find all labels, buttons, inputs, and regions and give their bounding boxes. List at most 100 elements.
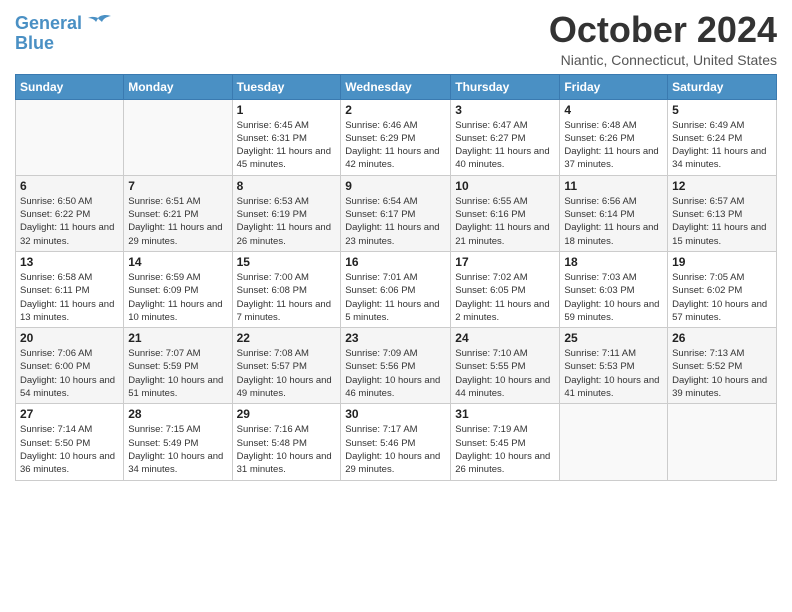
day-info: Sunrise: 6:55 AM Sunset: 6:16 PM Dayligh… xyxy=(455,195,555,248)
table-row: 2 Sunrise: 6:46 AM Sunset: 6:29 PM Daylig… xyxy=(341,99,451,175)
calendar-week-row: 1 Sunrise: 6:45 AM Sunset: 6:31 PM Daylig… xyxy=(16,99,777,175)
day-info: Sunrise: 7:09 AM Sunset: 5:56 PM Dayligh… xyxy=(345,347,446,400)
day-number: 8 xyxy=(237,179,337,193)
table-row: 18Sunrise: 7:03 AM Sunset: 6:03 PM Dayli… xyxy=(560,251,668,327)
month-title: October 2024 xyxy=(549,10,777,50)
day-info: Sunrise: 7:13 AM Sunset: 5:52 PM Dayligh… xyxy=(672,347,772,400)
day-number: 29 xyxy=(237,407,337,421)
calendar-week-row: 13Sunrise: 6:58 AM Sunset: 6:11 PM Dayli… xyxy=(16,251,777,327)
day-number: 9 xyxy=(345,179,446,193)
day-number: 15 xyxy=(237,255,337,269)
page: GeneralBlue October 2024 Niantic, Connec… xyxy=(0,0,792,612)
day-info: Sunrise: 7:06 AM Sunset: 6:00 PM Dayligh… xyxy=(20,347,119,400)
table-row: 5Sunrise: 6:49 AM Sunset: 6:24 PM Daylig… xyxy=(668,99,777,175)
table-row: 15 Sunrise: 7:00 AM Sunset: 6:08 PM Dayli… xyxy=(232,251,341,327)
day-info: Sunrise: 6:59 AM Sunset: 6:09 PM Dayligh… xyxy=(128,271,227,324)
header: GeneralBlue October 2024 Niantic, Connec… xyxy=(15,10,777,68)
day-number: 27 xyxy=(20,407,119,421)
day-number: 31 xyxy=(455,407,555,421)
day-number: 20 xyxy=(20,331,119,345)
day-number: 17 xyxy=(455,255,555,269)
day-info: Sunrise: 6:50 AM Sunset: 6:22 PM Dayligh… xyxy=(20,195,119,248)
calendar-table: Sunday Monday Tuesday Wednesday Thursday… xyxy=(15,74,777,481)
day-number: 12 xyxy=(672,179,772,193)
day-number: 24 xyxy=(455,331,555,345)
table-row: 10 Sunrise: 6:55 AM Sunset: 6:16 PM Dayli… xyxy=(451,175,560,251)
table-row xyxy=(124,99,232,175)
day-info: Sunrise: 6:46 AM Sunset: 6:29 PM Dayligh… xyxy=(345,119,446,172)
day-number: 5 xyxy=(672,103,772,117)
day-info: Sunrise: 7:17 AM Sunset: 5:46 PM Dayligh… xyxy=(345,423,446,476)
day-number: 4 xyxy=(564,103,663,117)
table-row: 23 Sunrise: 7:09 AM Sunset: 5:56 PM Dayli… xyxy=(341,328,451,404)
day-number: 10 xyxy=(455,179,555,193)
table-row xyxy=(668,404,777,480)
table-row: 25 Sunrise: 7:11 AM Sunset: 5:53 PM Dayli… xyxy=(560,328,668,404)
table-row: 27 Sunrise: 7:14 AM Sunset: 5:50 PM Dayli… xyxy=(16,404,124,480)
table-row: 22 Sunrise: 7:08 AM Sunset: 5:57 PM Dayli… xyxy=(232,328,341,404)
table-row: 17 Sunrise: 7:02 AM Sunset: 6:05 PM Dayli… xyxy=(451,251,560,327)
day-info: Sunrise: 6:56 AM Sunset: 6:14 PM Dayligh… xyxy=(564,195,663,248)
col-tuesday: Tuesday xyxy=(232,74,341,99)
day-number: 7 xyxy=(128,179,227,193)
day-info: Sunrise: 7:15 AM Sunset: 5:49 PM Dayligh… xyxy=(128,423,227,476)
day-number: 1 xyxy=(237,103,337,117)
table-row: 28 Sunrise: 7:15 AM Sunset: 5:49 PM Dayli… xyxy=(124,404,232,480)
day-number: 11 xyxy=(564,179,663,193)
logo-bird-icon xyxy=(84,14,112,36)
table-row: 31Sunrise: 7:19 AM Sunset: 5:45 PM Dayli… xyxy=(451,404,560,480)
table-row: 13Sunrise: 6:58 AM Sunset: 6:11 PM Dayli… xyxy=(16,251,124,327)
table-row: 24 Sunrise: 7:10 AM Sunset: 5:55 PM Dayli… xyxy=(451,328,560,404)
day-number: 28 xyxy=(128,407,227,421)
calendar-header: Sunday Monday Tuesday Wednesday Thursday… xyxy=(16,74,777,99)
table-row: 21Sunrise: 7:07 AM Sunset: 5:59 PM Dayli… xyxy=(124,328,232,404)
table-row: 11 Sunrise: 6:56 AM Sunset: 6:14 PM Dayli… xyxy=(560,175,668,251)
day-info: Sunrise: 7:05 AM Sunset: 6:02 PM Dayligh… xyxy=(672,271,772,324)
day-number: 6 xyxy=(20,179,119,193)
table-row: 8 Sunrise: 6:53 AM Sunset: 6:19 PM Daylig… xyxy=(232,175,341,251)
day-number: 19 xyxy=(672,255,772,269)
table-row: 29 Sunrise: 7:16 AM Sunset: 5:48 PM Dayli… xyxy=(232,404,341,480)
table-row: 19 Sunrise: 7:05 AM Sunset: 6:02 PM Dayli… xyxy=(668,251,777,327)
day-number: 22 xyxy=(237,331,337,345)
col-saturday: Saturday xyxy=(668,74,777,99)
calendar-body: 1 Sunrise: 6:45 AM Sunset: 6:31 PM Daylig… xyxy=(16,99,777,480)
day-info: Sunrise: 6:45 AM Sunset: 6:31 PM Dayligh… xyxy=(237,119,337,172)
day-info: Sunrise: 7:14 AM Sunset: 5:50 PM Dayligh… xyxy=(20,423,119,476)
day-info: Sunrise: 6:57 AM Sunset: 6:13 PM Dayligh… xyxy=(672,195,772,248)
day-info: Sunrise: 7:11 AM Sunset: 5:53 PM Dayligh… xyxy=(564,347,663,400)
day-info: Sunrise: 6:54 AM Sunset: 6:17 PM Dayligh… xyxy=(345,195,446,248)
calendar-week-row: 20 Sunrise: 7:06 AM Sunset: 6:00 PM Dayli… xyxy=(16,328,777,404)
table-row: 4 Sunrise: 6:48 AM Sunset: 6:26 PM Daylig… xyxy=(560,99,668,175)
location: Niantic, Connecticut, United States xyxy=(549,52,777,68)
table-row: 16Sunrise: 7:01 AM Sunset: 6:06 PM Dayli… xyxy=(341,251,451,327)
day-info: Sunrise: 7:00 AM Sunset: 6:08 PM Dayligh… xyxy=(237,271,337,324)
table-row: 6 Sunrise: 6:50 AM Sunset: 6:22 PM Daylig… xyxy=(16,175,124,251)
day-info: Sunrise: 6:48 AM Sunset: 6:26 PM Dayligh… xyxy=(564,119,663,172)
day-number: 2 xyxy=(345,103,446,117)
table-row: 1 Sunrise: 6:45 AM Sunset: 6:31 PM Daylig… xyxy=(232,99,341,175)
day-info: Sunrise: 7:02 AM Sunset: 6:05 PM Dayligh… xyxy=(455,271,555,324)
day-number: 25 xyxy=(564,331,663,345)
day-info: Sunrise: 7:08 AM Sunset: 5:57 PM Dayligh… xyxy=(237,347,337,400)
day-number: 13 xyxy=(20,255,119,269)
day-info: Sunrise: 7:16 AM Sunset: 5:48 PM Dayligh… xyxy=(237,423,337,476)
table-row: 30 Sunrise: 7:17 AM Sunset: 5:46 PM Dayli… xyxy=(341,404,451,480)
col-sunday: Sunday xyxy=(16,74,124,99)
col-friday: Friday xyxy=(560,74,668,99)
day-number: 30 xyxy=(345,407,446,421)
logo: GeneralBlue xyxy=(15,14,112,54)
day-number: 16 xyxy=(345,255,446,269)
day-number: 18 xyxy=(564,255,663,269)
day-number: 23 xyxy=(345,331,446,345)
table-row: 9 Sunrise: 6:54 AM Sunset: 6:17 PM Daylig… xyxy=(341,175,451,251)
day-info: Sunrise: 6:53 AM Sunset: 6:19 PM Dayligh… xyxy=(237,195,337,248)
day-info: Sunrise: 7:10 AM Sunset: 5:55 PM Dayligh… xyxy=(455,347,555,400)
day-number: 26 xyxy=(672,331,772,345)
logo-text: GeneralBlue xyxy=(15,14,82,54)
table-row xyxy=(16,99,124,175)
col-wednesday: Wednesday xyxy=(341,74,451,99)
table-row: 14 Sunrise: 6:59 AM Sunset: 6:09 PM Dayli… xyxy=(124,251,232,327)
day-number: 14 xyxy=(128,255,227,269)
day-number: 21 xyxy=(128,331,227,345)
